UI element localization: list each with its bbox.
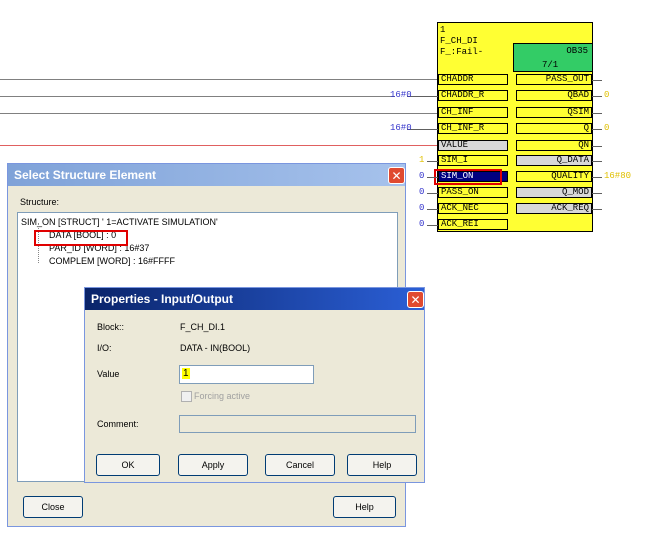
- output-value-q: 0: [604, 123, 610, 133]
- wire-chaddr: [0, 79, 437, 80]
- props-dialog-title: Properties - Input/Output: [91, 292, 233, 306]
- pin-q-data[interactable]: Q_DATA: [516, 155, 592, 166]
- pin-q-mod[interactable]: Q_MOD: [516, 187, 592, 198]
- ob-sub-label: 7/1: [542, 60, 559, 70]
- input-value-pass-on: 0: [419, 187, 425, 197]
- block-type: F_CH_DI: [440, 36, 478, 46]
- block-value: F_CH_DI.1: [180, 322, 226, 332]
- properties-dialog: Properties - Input/Output ✕ Block:: F_CH…: [84, 287, 425, 483]
- ob-box: OB35 7/1: [513, 43, 593, 72]
- wire-pin: [592, 209, 602, 210]
- wire-pin: [592, 161, 602, 162]
- comment-input[interactable]: [179, 415, 416, 433]
- wire-chaddr-r: [0, 96, 395, 97]
- pin-qbad[interactable]: QBAD: [516, 90, 592, 101]
- value-input-text: 1: [182, 368, 190, 379]
- wire-pin: [407, 96, 438, 97]
- forcing-label: Forcing active: [194, 391, 251, 401]
- pin-value[interactable]: VALUE: [438, 140, 508, 151]
- tree-item-complem[interactable]: COMPLEM [WORD] : 16#FFFF: [49, 256, 175, 266]
- select-dialog-title: Select Structure Element: [14, 168, 157, 182]
- wire-pin: [592, 193, 602, 194]
- ok-button[interactable]: OK: [96, 454, 160, 476]
- input-value-ack-rei: 0: [419, 219, 425, 229]
- input-value-ch-inf-r: 16#0: [390, 123, 412, 133]
- pin-pass-on[interactable]: PASS_ON: [438, 187, 508, 198]
- tree-item-sim-on[interactable]: SIM_ON [STRUCT] ' 1=ACTIVATE SIMULATION': [21, 217, 218, 227]
- select-dialog-close-icon[interactable]: ✕: [388, 167, 405, 184]
- wire-pin: [407, 129, 438, 130]
- input-value-ack-nec: 0: [419, 203, 425, 213]
- input-value-chaddr-r: 16#0: [390, 90, 412, 100]
- select-dialog-titlebar: Select Structure Element: [8, 164, 405, 186]
- output-value-quality: 16#80: [604, 171, 632, 181]
- wire-pin: [592, 113, 602, 114]
- wire-pin: [592, 177, 602, 178]
- ob-label: OB35: [566, 46, 588, 56]
- wire-pin: [427, 161, 438, 162]
- wire-pin: [427, 209, 438, 210]
- pin-ch-inf[interactable]: CH_INF: [438, 107, 508, 118]
- block-label: Block::: [97, 322, 125, 332]
- input-value-sim-on: 0: [419, 171, 425, 181]
- wire-pin: [592, 96, 602, 97]
- pin-chaddr-r[interactable]: CHADDR_R: [438, 90, 508, 101]
- io-value: DATA - IN(BOOL): [180, 343, 251, 353]
- pin-ack-nec[interactable]: ACK_NEC: [438, 203, 508, 214]
- sim-on-highlight: [434, 169, 502, 185]
- pin-quality[interactable]: QUALITY: [516, 171, 592, 182]
- value-label: Value: [97, 369, 120, 379]
- block-header: 1 F_CH_DI F_:Fail-: [440, 25, 483, 58]
- data-item-highlight: [34, 230, 128, 246]
- pin-qsim[interactable]: QSIM: [516, 107, 592, 118]
- block-number: 1: [440, 25, 446, 35]
- wire-pin: [592, 146, 602, 147]
- pin-qn[interactable]: QN: [516, 140, 592, 151]
- wire-pin: [427, 225, 438, 226]
- wire-pin: [427, 193, 438, 194]
- block-name: F_:Fail-: [440, 47, 484, 57]
- value-input[interactable]: 1: [179, 365, 314, 384]
- pin-pass-out[interactable]: PASS_OUT: [516, 74, 592, 85]
- output-value-qbad: 0: [604, 90, 610, 100]
- pin-chaddr[interactable]: CHADDR: [438, 74, 508, 85]
- close-button[interactable]: Close: [23, 496, 83, 518]
- io-label: I/O:: [97, 343, 112, 353]
- comment-label: Comment:: [97, 419, 139, 429]
- input-value-sim-i: 1: [419, 155, 425, 165]
- apply-button[interactable]: Apply: [178, 454, 248, 476]
- structure-label: Structure:: [20, 197, 60, 207]
- pin-ack-rei[interactable]: ACK_REI: [438, 219, 508, 230]
- cancel-button[interactable]: Cancel: [265, 454, 335, 476]
- select-help-button[interactable]: Help: [333, 496, 396, 518]
- wire-pin: [427, 177, 438, 178]
- props-help-button[interactable]: Help: [347, 454, 417, 476]
- props-dialog-close-icon[interactable]: ✕: [407, 291, 424, 308]
- pin-sim-i[interactable]: SIM_I: [438, 155, 508, 166]
- forcing-checkbox[interactable]: [181, 391, 192, 402]
- wire-value: [0, 145, 437, 146]
- wire-pin: [592, 129, 602, 130]
- pin-ch-inf-r[interactable]: CH_INF_R: [438, 123, 508, 134]
- pin-q[interactable]: Q: [516, 123, 592, 134]
- wire-ch-inf: [0, 113, 437, 114]
- wire-pin: [592, 80, 602, 81]
- props-dialog-titlebar: Properties - Input/Output: [85, 288, 424, 310]
- pin-ack-req[interactable]: ACK_REQ: [516, 203, 592, 214]
